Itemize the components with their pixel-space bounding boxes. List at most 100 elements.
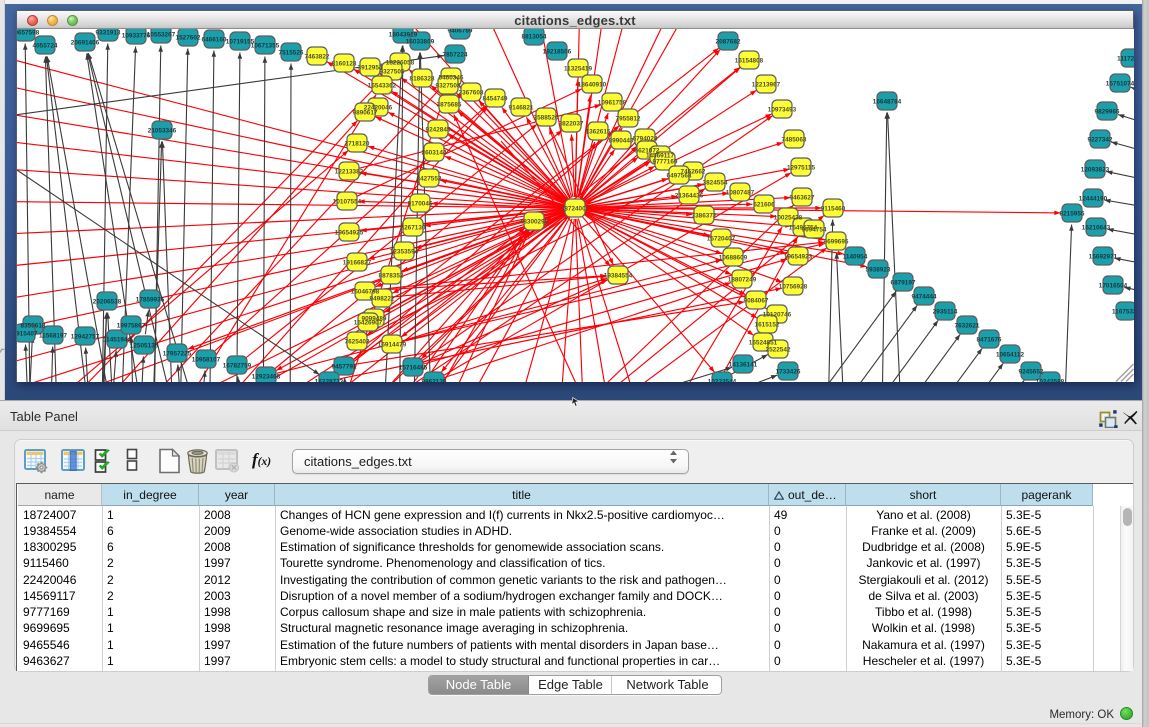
- column-header-title[interactable]: title: [275, 484, 769, 506]
- cell-year: 2009: [204, 523, 274, 539]
- mouse-cursor: [571, 397, 581, 409]
- node-label: 9777169: [653, 158, 678, 165]
- node-label: 8990443: [609, 137, 634, 144]
- edge-arrowhead-icon: [313, 369, 319, 374]
- show-column-icon[interactable]: [61, 448, 85, 472]
- node-label: 7625402: [345, 338, 370, 345]
- select-all-checkbox-icon[interactable]: [94, 448, 119, 474]
- node-label: 16524851: [749, 339, 778, 346]
- node-label: 11325419: [564, 65, 593, 72]
- table-settings-icon[interactable]: [24, 448, 48, 474]
- cell-name: 18300295: [23, 539, 101, 555]
- node-label: 19975867: [117, 322, 146, 329]
- node-label: 20206538: [93, 298, 122, 305]
- cell-out_de…: 0: [774, 555, 845, 571]
- node-label: 15716485: [399, 364, 428, 371]
- column-header-in_degree[interactable]: in_degree: [102, 484, 199, 506]
- node-label: 10688609: [719, 254, 748, 261]
- table-row[interactable]: 2242004622012Investigating the contribut…: [17, 572, 1120, 588]
- column-header-out_de…[interactable]: out_de…: [769, 484, 846, 506]
- column-grid-line: [199, 506, 200, 671]
- node-label: 12505135: [130, 342, 159, 349]
- edge-arrowhead-icon: [133, 47, 138, 53]
- float-panel-icon[interactable]: [1099, 410, 1118, 428]
- clear-selection-icon[interactable]: [126, 448, 138, 472]
- cell-in_degree: 1: [107, 604, 198, 620]
- tab-node-table[interactable]: Node Table: [429, 676, 529, 694]
- node-label: 8454749: [483, 95, 508, 102]
- cell-name: 9777169: [23, 604, 101, 620]
- table-row[interactable]: 946362711997Embryonic stem cells: a mode…: [17, 653, 1120, 669]
- node-table-grid[interactable]: namein_degreeyeartitleout_de…shortpagera…: [16, 483, 1133, 671]
- window-resize-grip-icon[interactable]: [1116, 364, 1134, 382]
- edge-arrowhead-icon: [933, 320, 939, 326]
- edge-arrowhead-icon: [88, 53, 92, 60]
- column-grid-line: [275, 506, 276, 671]
- column-header-year[interactable]: year: [199, 484, 275, 506]
- table-row[interactable]: 1872400712008Changes of HCN gene express…: [17, 507, 1120, 523]
- node-label: 10961758: [598, 99, 627, 106]
- node-label: 9115460: [821, 205, 846, 212]
- cell-out_de…: 0: [774, 653, 845, 669]
- panel-handle-icon[interactable]: [0, 347, 5, 353]
- scrollbar-thumb[interactable]: [1123, 508, 1132, 526]
- cell-year: 2008: [204, 507, 274, 523]
- cell-in_degree: 1: [107, 637, 198, 653]
- tab-network-table[interactable]: Network Table: [611, 676, 723, 694]
- node-label: 621606: [753, 201, 775, 208]
- cell-out_de…: 0: [774, 572, 845, 588]
- node-label: 7463822: [305, 53, 330, 60]
- edge-arrowhead-icon: [609, 150, 614, 156]
- table-row[interactable]: 911546021997Tourette syndrome. Phenomeno…: [17, 555, 1120, 571]
- close-panel-icon[interactable]: [1123, 410, 1138, 425]
- new-document-icon[interactable]: [158, 448, 181, 474]
- tab-edge-table[interactable]: Edge Table: [530, 676, 611, 694]
- network-table-select[interactable]: citations_edges.txt: [292, 449, 689, 474]
- network-window-titlebar[interactable]: citations_edges.txt: [17, 11, 1133, 29]
- node-label: 16033809: [406, 38, 435, 45]
- network-edge: [101, 44, 108, 383]
- cell-year: 1997: [204, 555, 274, 571]
- node-label: 8878352: [379, 272, 404, 279]
- node-label: 9829966: [1095, 108, 1120, 115]
- node-label: 10553267: [147, 31, 176, 38]
- network-edge: [444, 283, 731, 378]
- table-row[interactable]: 1938455462009Genome-wide association stu…: [17, 523, 1120, 539]
- node-label: 9331913: [96, 29, 121, 36]
- edge-arrowhead-icon: [575, 89, 582, 94]
- delete-trash-icon[interactable]: [185, 448, 210, 475]
- node-label: 6497568: [667, 172, 692, 179]
- table-row[interactable]: 969969511998Structural magnetic resonanc…: [17, 620, 1120, 636]
- network-edge: [928, 363, 1003, 382]
- network-edge: [907, 348, 982, 382]
- table-row[interactable]: 946554611997Estimation of the future num…: [17, 637, 1120, 653]
- edge-arrowhead-icon: [84, 348, 89, 354]
- node-label: 10973493: [768, 106, 797, 113]
- table-row[interactable]: 1830029562008Estimation of significance …: [17, 539, 1120, 555]
- node-label: 10242588: [1036, 378, 1065, 382]
- sort-ascending-icon: [774, 491, 784, 500]
- node-label: 19654925: [335, 229, 364, 236]
- cell-title: Investigating the contribution of common…: [280, 572, 768, 588]
- node-label: 5460346: [439, 74, 464, 81]
- column-header-name[interactable]: name: [18, 484, 102, 506]
- edge-arrowhead-icon: [289, 64, 294, 70]
- node-label: 7632621: [955, 322, 980, 329]
- node-label: 16154808: [735, 57, 764, 64]
- gear-icon: [36, 462, 47, 473]
- edge-arrowhead-icon: [185, 49, 190, 55]
- edge-arrowhead-icon: [785, 173, 792, 178]
- table-vertical-scrollbar[interactable]: [1120, 506, 1133, 671]
- function-builder-icon[interactable]: f(x): [252, 450, 271, 470]
- cell-year: 1997: [204, 637, 274, 653]
- column-header-pagerank[interactable]: pagerank: [1001, 484, 1093, 506]
- table-row[interactable]: 1456911722003Disruption of a novel membe…: [17, 588, 1120, 604]
- cell-title: Embryonic stem cells: a model to study s…: [280, 653, 768, 669]
- table-row[interactable]: 977716911998Corpus callosum shape and si…: [17, 604, 1120, 620]
- network-edge: [577, 29, 611, 197]
- node-label: 16210643: [1082, 224, 1111, 231]
- node-label: 7955812: [616, 115, 641, 122]
- network-canvas[interactable]: 2065759840557242069140693319131093377610…: [17, 29, 1134, 382]
- node-label: 9890617: [353, 109, 378, 116]
- column-header-short[interactable]: short: [846, 484, 1001, 506]
